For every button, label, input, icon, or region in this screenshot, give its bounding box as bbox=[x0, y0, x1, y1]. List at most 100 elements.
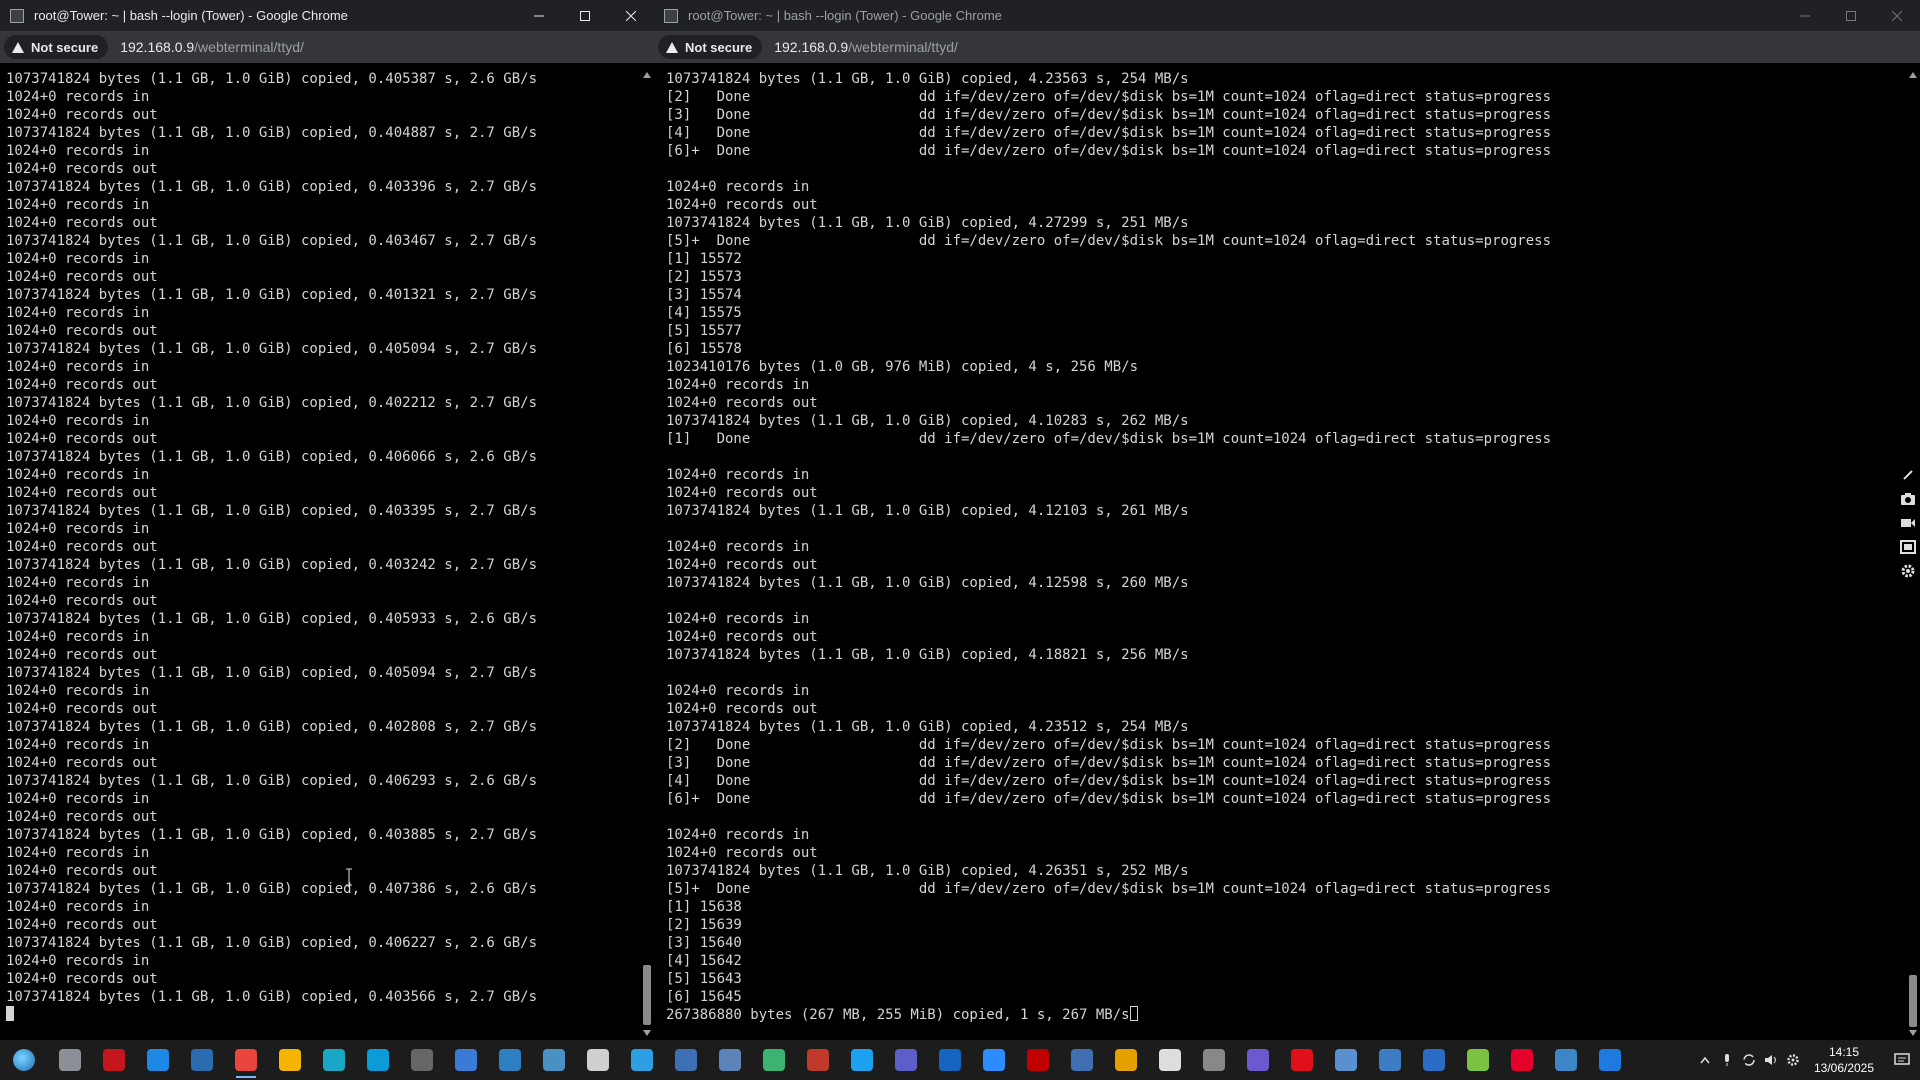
terminal-line: 1024+0 records in bbox=[6, 845, 150, 861]
terminal-line: 1024+0 records in bbox=[6, 575, 150, 591]
app-opera[interactable] bbox=[1280, 1040, 1324, 1080]
app-network-tools-icon bbox=[543, 1049, 565, 1071]
app-vscode[interactable] bbox=[620, 1040, 664, 1080]
app-cube-green-icon bbox=[1467, 1049, 1489, 1071]
app-terminal-arrow[interactable] bbox=[1104, 1040, 1148, 1080]
app-window-switch[interactable] bbox=[488, 1040, 532, 1080]
close-button[interactable] bbox=[1874, 0, 1920, 31]
terminal-line: 1073741824 bytes (1.1 GB, 1.0 GiB) copie… bbox=[6, 665, 538, 681]
windows-icon[interactable] bbox=[1899, 538, 1917, 556]
app-blue-window-icon bbox=[191, 1049, 213, 1071]
terminal-line: 1024+0 records out bbox=[666, 557, 818, 573]
video-icon[interactable] bbox=[1899, 514, 1917, 532]
app-u-blue[interactable] bbox=[928, 1040, 972, 1080]
terminal-line: [5] 15577 bbox=[666, 323, 742, 339]
app-monitor-2[interactable] bbox=[1544, 1040, 1588, 1080]
app-red-shield[interactable] bbox=[92, 1040, 136, 1080]
volume-icon[interactable] bbox=[1760, 1040, 1782, 1080]
title-bar[interactable]: root@Tower: ~ | bash --login (Tower) - G… bbox=[0, 0, 654, 31]
terminal-line: 1024+0 records in bbox=[666, 827, 810, 843]
url-text[interactable]: 192.168.0.9/webterminal/ttyd/ bbox=[120, 39, 304, 55]
chrome-window-right[interactable]: root@Tower: ~ | bash --login (Tower) - G… bbox=[654, 0, 1920, 1040]
address-bar[interactable]: Not secure 192.168.0.9/webterminal/ttyd/ bbox=[0, 31, 654, 63]
url-text[interactable]: 192.168.0.9/webterminal/ttyd/ bbox=[774, 39, 958, 55]
taskbar-clock[interactable]: 14:15 13/06/2025 bbox=[1804, 1044, 1884, 1076]
app-blue-window[interactable] bbox=[180, 1040, 224, 1080]
security-badge[interactable]: Not secure bbox=[658, 35, 763, 59]
terminal-line: 1073741824 bytes (1.1 GB, 1.0 GiB) copie… bbox=[6, 773, 538, 789]
app-file-explorer[interactable] bbox=[268, 1040, 312, 1080]
app-red-dot[interactable] bbox=[1016, 1040, 1060, 1080]
scroll-thumb[interactable] bbox=[643, 965, 651, 1025]
terminal-line: 1073741824 bytes (1.1 GB, 1.0 GiB) copie… bbox=[666, 215, 1189, 231]
app-red-calendar[interactable] bbox=[796, 1040, 840, 1080]
terminal-line: [1] 15572 bbox=[666, 251, 742, 267]
app-settings-gear[interactable] bbox=[48, 1040, 92, 1080]
minimize-button[interactable] bbox=[516, 0, 562, 31]
terminal-line: 1024+0 records out bbox=[6, 863, 158, 879]
scroll-down-icon[interactable] bbox=[643, 1030, 651, 1036]
microphone-icon[interactable] bbox=[1716, 1040, 1738, 1080]
terminal-scrollbar[interactable] bbox=[642, 70, 652, 1038]
app-search-magnifier[interactable] bbox=[312, 1040, 356, 1080]
close-button[interactable] bbox=[608, 0, 654, 31]
app-blue-globe[interactable] bbox=[136, 1040, 180, 1080]
app-cube-green[interactable] bbox=[1456, 1040, 1500, 1080]
app-zoom[interactable] bbox=[972, 1040, 1016, 1080]
start-button[interactable] bbox=[0, 1040, 48, 1080]
app-calculator[interactable] bbox=[1368, 1040, 1412, 1080]
gear-icon[interactable] bbox=[1899, 562, 1917, 580]
app-monitor[interactable] bbox=[1060, 1040, 1104, 1080]
notification-icon[interactable] bbox=[1884, 1040, 1920, 1080]
app-teams[interactable] bbox=[884, 1040, 928, 1080]
app-blue-globe-icon bbox=[147, 1049, 169, 1071]
maximize-button[interactable] bbox=[1828, 0, 1874, 31]
chevron-up-icon[interactable] bbox=[1694, 1040, 1716, 1080]
scroll-up-icon[interactable] bbox=[643, 72, 651, 78]
app-image-blue[interactable] bbox=[664, 1040, 708, 1080]
scroll-down-icon[interactable] bbox=[1909, 1030, 1917, 1036]
app-clock[interactable] bbox=[1148, 1040, 1192, 1080]
app-network-tools[interactable] bbox=[532, 1040, 576, 1080]
app-cd[interactable] bbox=[1236, 1040, 1280, 1080]
app-tools[interactable] bbox=[708, 1040, 752, 1080]
app-calculator-grid[interactable] bbox=[400, 1040, 444, 1080]
app-edge[interactable] bbox=[840, 1040, 884, 1080]
scroll-up-icon[interactable] bbox=[1909, 72, 1917, 78]
app-search-blue[interactable] bbox=[356, 1040, 400, 1080]
scroll-thumb[interactable] bbox=[1909, 975, 1917, 1027]
maximize-icon bbox=[580, 10, 590, 21]
pencil-icon[interactable] bbox=[1899, 466, 1917, 484]
address-bar[interactable]: Not secure 192.168.0.9/webterminal/ttyd/ bbox=[654, 31, 1920, 63]
security-badge[interactable]: Not secure bbox=[4, 35, 109, 59]
terminal-line: 1024+0 records in bbox=[666, 179, 810, 195]
terminal-line: 1024+0 records out bbox=[6, 647, 158, 663]
terminal-line: 1073741824 bytes (1.1 GB, 1.0 GiB) copie… bbox=[6, 71, 538, 87]
app-green-box[interactable] bbox=[752, 1040, 796, 1080]
app-calculator-grid-icon bbox=[411, 1049, 433, 1071]
terminal-line: 1073741824 bytes (1.1 GB, 1.0 GiB) copie… bbox=[6, 935, 538, 951]
camera-icon[interactable] bbox=[1899, 490, 1917, 508]
terminal-line: [5]+ Done dd if=/dev/zero of=/dev/$disk … bbox=[666, 233, 1552, 249]
app-chrome[interactable] bbox=[224, 1040, 268, 1080]
app-red-s[interactable] bbox=[1500, 1040, 1544, 1080]
title-bar[interactable]: root@Tower: ~ | bash --login (Tower) - G… bbox=[654, 0, 1920, 31]
terminal-output[interactable]: 1073741824 bytes (1.1 GB, 1.0 GiB) copie… bbox=[660, 70, 1906, 1038]
app-server[interactable] bbox=[1192, 1040, 1236, 1080]
terminal-line: 1073741824 bytes (1.1 GB, 1.0 GiB) copie… bbox=[6, 125, 538, 141]
app-mail-image[interactable] bbox=[1324, 1040, 1368, 1080]
terminal-line: 1073741824 bytes (1.1 GB, 1.0 GiB) copie… bbox=[6, 233, 538, 249]
app-store[interactable] bbox=[444, 1040, 488, 1080]
app-speedometer[interactable] bbox=[576, 1040, 620, 1080]
terminal-line: 1024+0 records in bbox=[6, 305, 150, 321]
terminal-output[interactable]: 1073741824 bytes (1.1 GB, 1.0 GiB) copie… bbox=[0, 70, 640, 1038]
app-chart-blue[interactable] bbox=[1588, 1040, 1632, 1080]
sync-icon[interactable] bbox=[1738, 1040, 1760, 1080]
maximize-button[interactable] bbox=[562, 0, 608, 31]
minimize-button[interactable] bbox=[1782, 0, 1828, 31]
chrome-window-left[interactable]: root@Tower: ~ | bash --login (Tower) - G… bbox=[0, 0, 654, 1040]
settings-gear-icon[interactable] bbox=[1782, 1040, 1804, 1080]
app-grid-blue[interactable] bbox=[1412, 1040, 1456, 1080]
terminal-line: 1024+0 records out bbox=[666, 197, 818, 213]
